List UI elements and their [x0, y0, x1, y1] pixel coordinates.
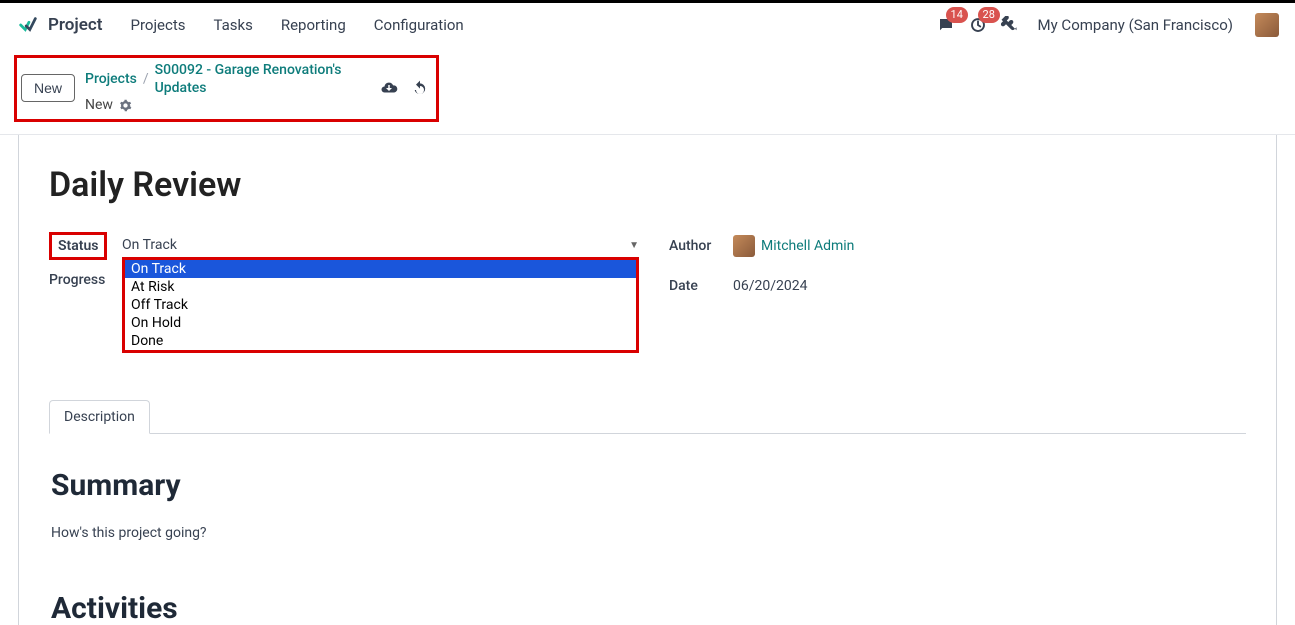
app-name[interactable]: Project	[48, 15, 102, 35]
status-field[interactable]: On Track ▼ On Track At Risk Off Track On…	[122, 235, 639, 256]
activities-heading: Activities	[51, 591, 1244, 625]
user-avatar[interactable]	[1255, 13, 1279, 37]
activities-badge: 28	[978, 7, 1000, 23]
nav-tasks[interactable]: Tasks	[203, 10, 262, 40]
status-dropdown: On Track At Risk Off Track On Hold Done	[122, 257, 639, 353]
tabs: Description	[49, 399, 1246, 434]
nav-configuration[interactable]: Configuration	[364, 10, 474, 40]
breadcrumb: Projects / S00092 - Garage Renovation's …	[85, 62, 370, 115]
cloud-save-icon[interactable]	[380, 79, 398, 97]
gear-icon[interactable]	[119, 99, 132, 112]
page-title[interactable]: Daily Review	[49, 165, 1246, 205]
description-body[interactable]: Summary How's this project going? Activi…	[49, 434, 1246, 625]
status-option-done[interactable]: Done	[125, 332, 636, 350]
breadcrumb-state: New	[85, 97, 113, 115]
breadcrumb-root[interactable]: Projects	[85, 71, 137, 89]
app-logo-icon	[16, 13, 40, 37]
header-right: 14 28 My Company (San Francisco)	[936, 13, 1279, 37]
date-value[interactable]: 06/20/2024	[733, 278, 808, 294]
tab-description[interactable]: Description	[49, 400, 150, 434]
activities-icon[interactable]: 28	[968, 15, 988, 35]
author-avatar	[733, 235, 755, 257]
status-option-onhold[interactable]: On Hold	[125, 314, 636, 332]
author-label: Author	[669, 238, 733, 254]
author-link[interactable]: Mitchell Admin	[761, 238, 854, 254]
top-nav: Project Projects Tasks Reporting Configu…	[0, 3, 1295, 47]
nav-projects[interactable]: Projects	[120, 10, 195, 40]
summary-heading: Summary	[51, 468, 1244, 503]
date-label: Date	[669, 278, 733, 294]
messages-icon[interactable]: 14	[936, 15, 956, 35]
breadcrumb-bar: New Projects / S00092 - Garage Renovatio…	[14, 55, 439, 122]
company-switcher[interactable]: My Company (San Francisco)	[1038, 16, 1233, 34]
status-label: Status	[49, 232, 122, 260]
tools-icon[interactable]	[1000, 15, 1018, 35]
breadcrumb-sep: /	[143, 71, 149, 89]
chevron-down-icon: ▼	[629, 240, 639, 251]
summary-text: How's this project going?	[51, 525, 1244, 541]
discard-icon[interactable]	[412, 80, 428, 96]
status-value: On Track	[122, 237, 177, 253]
progress-label: Progress	[49, 272, 122, 288]
breadcrumb-current[interactable]: S00092 - Garage Renovation's Updates	[155, 62, 370, 97]
new-button[interactable]: New	[21, 74, 75, 102]
status-option-atrisk[interactable]: At Risk	[125, 278, 636, 296]
form-sheet: Daily Review Status On Track ▼	[18, 135, 1277, 625]
messages-badge: 14	[946, 7, 968, 23]
nav-reporting[interactable]: Reporting	[271, 10, 356, 40]
status-option-ontrack[interactable]: On Track	[125, 260, 636, 278]
status-option-offtrack[interactable]: Off Track	[125, 296, 636, 314]
